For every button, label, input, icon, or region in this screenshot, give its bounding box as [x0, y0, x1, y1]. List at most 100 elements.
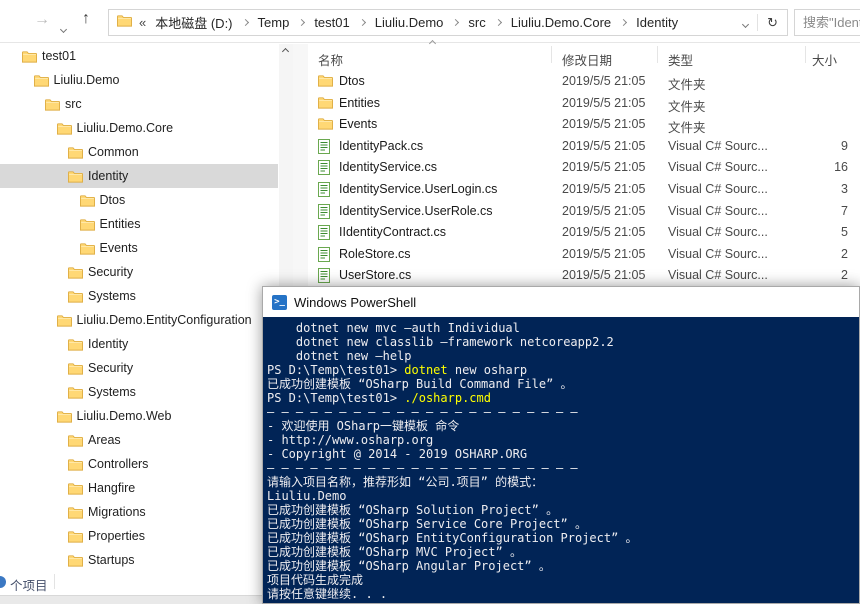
column-header-size[interactable]: 大小 — [812, 50, 837, 69]
breadcrumb-overflow-prefix[interactable]: « — [139, 15, 146, 30]
tree-item-systems[interactable]: Systems — [0, 284, 278, 308]
tree-item-liuliu.demo.core[interactable]: Liuliu.Demo.Core — [0, 116, 278, 140]
tree-item-liuliu.demo.entityconfiguration[interactable]: Liuliu.Demo.EntityConfiguration — [0, 308, 278, 332]
tree-item-dtos[interactable]: Dtos — [0, 188, 278, 212]
breadcrumb-separator-icon[interactable] — [298, 19, 305, 26]
tree-item-security[interactable]: Security — [0, 260, 278, 284]
file-row[interactable]: Entities2019/5/5 21:05文件夹 — [300, 92, 860, 114]
file-row[interactable]: IdentityService.UserRole.cs2019/5/5 21:0… — [300, 200, 860, 222]
file-row[interactable]: IdentityPack.cs2019/5/5 21:05Visual C# S… — [300, 135, 860, 157]
file-date: 2019/5/5 21:05 — [562, 117, 645, 131]
address-bar[interactable]: « 本地磁盘 (D:) Temp test01 Liuliu.Demo src Liuli… — [108, 9, 788, 36]
tree-item-entities[interactable]: Entities — [0, 212, 278, 236]
tree-item-liuliu.demo.web[interactable]: Liuliu.Demo.Web — [0, 404, 278, 428]
folder-icon — [68, 170, 83, 183]
column-divider[interactable] — [551, 46, 552, 63]
breadcrumb-item[interactable]: 本地磁盘 (D:) — [148, 13, 239, 32]
tree-item-label: Controllers — [88, 457, 148, 471]
column-header-name[interactable]: 名称 — [318, 50, 343, 69]
refresh-icon[interactable]: ↻ — [758, 15, 787, 31]
console-line: dotnet new classlib —framework netcoreap… — [267, 335, 859, 349]
folder-icon — [117, 14, 132, 27]
file-type: Visual C# Sourc... — [668, 204, 768, 218]
tree-item-properties[interactable]: Properties — [0, 524, 278, 548]
tree-item-systems[interactable]: Systems — [0, 380, 278, 404]
tree-item-identity[interactable]: Identity — [0, 164, 278, 188]
tree-item-startups[interactable]: Startups — [0, 548, 278, 572]
powershell-titlebar[interactable]: >_ Windows PowerShell — [263, 287, 859, 317]
screen: → ↑ « 本地磁盘 (D:) Temp test01 Liuliu.Demo src L… — [0, 0, 860, 604]
tree-item-label: Events — [100, 241, 138, 255]
column-header-type[interactable]: 类型 — [668, 50, 693, 69]
console-text-segment: 已成功创建模板 “OSharp Angular Project” 。 — [267, 559, 551, 573]
folder-icon — [68, 290, 83, 303]
tree-item-label: Liuliu.Demo.EntityConfiguration — [77, 313, 252, 327]
column-divider[interactable] — [805, 46, 806, 63]
breadcrumb-item[interactable]: Temp — [251, 15, 297, 30]
tree-item-security[interactable]: Security — [0, 356, 278, 380]
item-count-fragment — [0, 576, 6, 588]
search-input[interactable] — [794, 9, 860, 36]
breadcrumb-item[interactable]: Liuliu.Demo.Core — [504, 15, 618, 30]
item-count-label: 个项目 — [10, 575, 48, 594]
tree-item-label: src — [65, 97, 82, 111]
breadcrumb-separator-icon[interactable] — [241, 19, 248, 26]
console-line: PS D:\Temp\test01> dotnet new osharp — [267, 363, 859, 377]
file-date: 2019/5/5 21:05 — [562, 225, 645, 239]
tree-item-areas[interactable]: Areas — [0, 428, 278, 452]
tree-item-identity[interactable]: Identity — [0, 332, 278, 356]
file-row[interactable]: IdentityService.UserLogin.cs2019/5/5 21:… — [300, 178, 860, 200]
forward-arrow-icon[interactable]: → — [34, 12, 50, 28]
powershell-console[interactable]: dotnet new mvc —auth Individual dotnet n… — [263, 317, 859, 603]
column-divider[interactable] — [657, 46, 658, 63]
file-row[interactable]: Dtos2019/5/5 21:05文件夹 — [300, 70, 860, 92]
tree-item-label: Hangfire — [88, 481, 135, 495]
column-header-date[interactable]: 修改日期 — [562, 50, 612, 69]
file-row[interactable]: RoleStore.cs2019/5/5 21:05Visual C# Sour… — [300, 243, 860, 265]
breadcrumb-separator-icon[interactable] — [452, 19, 459, 26]
file-row[interactable]: IdentityService.cs2019/5/5 21:05Visual C… — [300, 156, 860, 178]
console-line: dotnet new —help — [267, 349, 859, 363]
tree-item-label: Dtos — [100, 193, 126, 207]
breadcrumb-item[interactable]: src — [461, 15, 492, 30]
breadcrumb-separator-icon[interactable] — [495, 19, 502, 26]
tree-item-label: Liuliu.Demo.Web — [77, 409, 172, 423]
folder-icon — [68, 434, 83, 447]
file-list-header: 名称 修改日期 类型 大小 — [300, 44, 860, 68]
powershell-icon: >_ — [272, 295, 287, 310]
file-type: Visual C# Sourc... — [668, 139, 768, 153]
address-dropdown-chevron-icon[interactable] — [734, 14, 757, 32]
file-row[interactable]: Events2019/5/5 21:05文件夹 — [300, 113, 860, 135]
file-row[interactable]: UserStore.cs2019/5/5 21:05Visual C# Sour… — [300, 264, 860, 286]
folder-icon — [68, 482, 83, 495]
breadcrumb-separator-icon[interactable] — [359, 19, 366, 26]
console-text-segment: 请按任意键继续. . . — [267, 587, 387, 601]
tree-item-label: Identity — [88, 169, 128, 183]
tree-item-label: test01 — [42, 49, 76, 63]
file-row[interactable]: IIdentityContract.cs2019/5/5 21:05Visual… — [300, 221, 860, 243]
console-line: — — — — — — — — — — — — — — — — — — — — … — [267, 461, 859, 475]
breadcrumb-separator-icon[interactable] — [620, 19, 627, 26]
tree-item-common[interactable]: Common — [0, 140, 278, 164]
breadcrumb-item[interactable]: Liuliu.Demo — [368, 15, 451, 30]
scrollbar-up-arrow-icon[interactable] — [282, 48, 289, 55]
tree-item-label: Common — [88, 145, 139, 159]
folder-icon — [57, 410, 72, 423]
console-text-segment: new osharp — [448, 363, 527, 377]
recent-locations-chevron-icon[interactable] — [61, 19, 66, 37]
tree-item-liuliu.demo[interactable]: Liuliu.Demo — [0, 68, 278, 92]
tree-item-migrations[interactable]: Migrations — [0, 500, 278, 524]
folder-icon — [68, 386, 83, 399]
tree-item-hangfire[interactable]: Hangfire — [0, 476, 278, 500]
tree-item-test01[interactable]: test01 — [0, 44, 278, 68]
console-line: - http://www.osharp.org — [267, 433, 859, 447]
folder-icon — [57, 122, 72, 135]
tree-item-events[interactable]: Events — [0, 236, 278, 260]
breadcrumb-item[interactable]: Identity — [629, 15, 685, 30]
tree-item-src[interactable]: src — [0, 92, 278, 116]
breadcrumb-item[interactable]: test01 — [307, 15, 356, 30]
address-folder-icon — [117, 14, 132, 32]
tree-item-controllers[interactable]: Controllers — [0, 452, 278, 476]
up-arrow-icon[interactable]: ↑ — [82, 11, 90, 27]
file-date: 2019/5/5 21:05 — [562, 247, 645, 261]
